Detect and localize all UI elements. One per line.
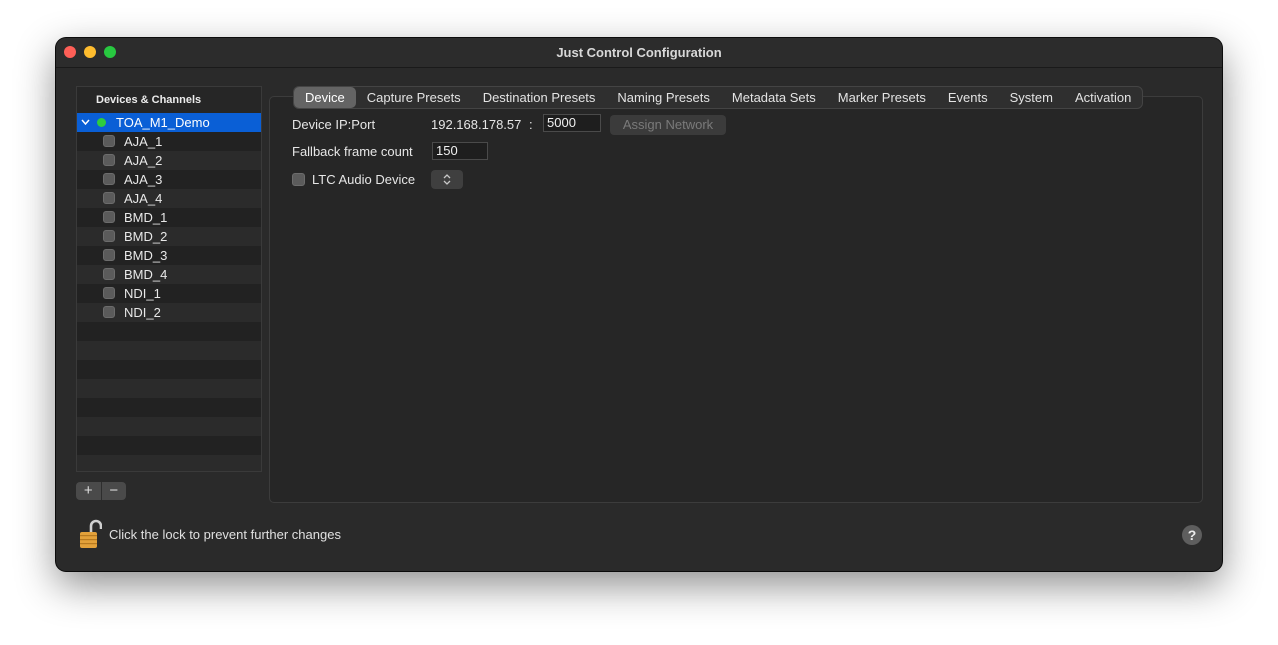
ip-address-value: 192.168.178.57 <box>431 117 522 132</box>
channel-row[interactable]: AJA_3 <box>77 170 261 189</box>
fallback-frame-count-field[interactable]: 150 <box>432 142 488 160</box>
channel-label: BMD_3 <box>124 248 168 263</box>
device-row[interactable]: TOA_M1_Demo <box>77 113 261 132</box>
ip-port-label: Device IP:Port <box>292 117 376 132</box>
empty-list-row <box>77 341 261 360</box>
tab-system[interactable]: System <box>999 87 1064 108</box>
tab-device[interactable]: Device <box>294 87 356 108</box>
tab-bar: Device Capture Presets Destination Presets… <box>293 86 1144 109</box>
channel-checkbox[interactable] <box>103 249 115 261</box>
channel-row[interactable]: AJA_2 <box>77 151 261 170</box>
channel-row[interactable]: BMD_2 <box>77 227 261 246</box>
channel-checkbox[interactable] <box>103 135 115 147</box>
channel-checkbox[interactable] <box>103 173 115 185</box>
empty-list-row <box>77 436 261 455</box>
remove-button[interactable]: − <box>102 482 127 500</box>
fallback-frame-count-label: Fallback frame count <box>292 144 413 159</box>
empty-list-row <box>77 322 261 341</box>
channel-label: BMD_4 <box>124 267 168 282</box>
channel-checkbox[interactable] <box>103 211 115 223</box>
channel-label: BMD_1 <box>124 210 168 225</box>
ltc-audio-checkbox[interactable] <box>292 173 305 186</box>
ltc-audio-label: LTC Audio Device <box>312 172 416 187</box>
channel-checkbox[interactable] <box>103 268 115 280</box>
empty-list-row <box>77 455 261 471</box>
tab-marker-presets[interactable]: Marker Presets <box>827 87 937 108</box>
empty-list-row <box>77 379 261 398</box>
channel-checkbox[interactable] <box>103 230 115 242</box>
channel-row[interactable]: NDI_2 <box>77 303 261 322</box>
devices-channels-list[interactable]: Devices & Channels TOA_M1_Demo AJA_1 AJA_… <box>76 86 262 472</box>
channel-checkbox[interactable] <box>103 306 115 318</box>
add-button[interactable]: + <box>76 482 101 500</box>
ip-port-separator: : <box>529 117 533 132</box>
tab-activation[interactable]: Activation <box>1064 87 1142 108</box>
channel-row[interactable]: BMD_3 <box>77 246 261 265</box>
channel-row[interactable]: BMD_1 <box>77 208 261 227</box>
ltc-audio-device-popup[interactable] <box>431 170 463 189</box>
add-remove-control: + − <box>76 482 126 500</box>
tab-capture-presets[interactable]: Capture Presets <box>356 87 472 108</box>
tab-naming-presets[interactable]: Naming Presets <box>606 87 720 108</box>
help-button[interactable]: ? <box>1182 525 1202 545</box>
channel-checkbox[interactable] <box>103 287 115 299</box>
channel-row[interactable]: AJA_4 <box>77 189 261 208</box>
channel-label: NDI_2 <box>124 305 161 320</box>
channel-checkbox[interactable] <box>103 192 115 204</box>
tab-destination-presets[interactable]: Destination Presets <box>472 87 607 108</box>
channel-label: AJA_3 <box>124 172 163 187</box>
channel-label: NDI_1 <box>124 286 161 301</box>
config-window: Just Control Configuration Devices & Cha… <box>56 38 1222 571</box>
device-name: TOA_M1_Demo <box>116 115 210 130</box>
chevron-updown-icon <box>443 174 451 185</box>
channel-label: AJA_4 <box>124 191 163 206</box>
lock-message: Click the lock to prevent further change… <box>109 527 341 542</box>
channel-label: AJA_1 <box>124 134 163 149</box>
channel-row[interactable]: BMD_4 <box>77 265 261 284</box>
channel-row[interactable]: AJA_1 <box>77 132 261 151</box>
lock-icon[interactable] <box>80 519 103 549</box>
channel-row[interactable]: NDI_1 <box>77 284 261 303</box>
port-field[interactable]: 5000 <box>543 114 601 132</box>
empty-list-row <box>77 417 261 436</box>
status-dot-icon <box>97 118 106 127</box>
tab-metadata-sets[interactable]: Metadata Sets <box>721 87 827 108</box>
sidebar-header: Devices & Channels <box>77 87 261 113</box>
channel-label: BMD_2 <box>124 229 168 244</box>
empty-list-row <box>77 360 261 379</box>
assign-network-button[interactable]: Assign Network <box>610 115 726 135</box>
channel-label: AJA_2 <box>124 153 163 168</box>
window-title: Just Control Configuration <box>556 45 722 60</box>
empty-list-row <box>77 398 261 417</box>
title-bar: Just Control Configuration <box>56 38 1222 68</box>
tab-events[interactable]: Events <box>937 87 999 108</box>
channel-checkbox[interactable] <box>103 154 115 166</box>
